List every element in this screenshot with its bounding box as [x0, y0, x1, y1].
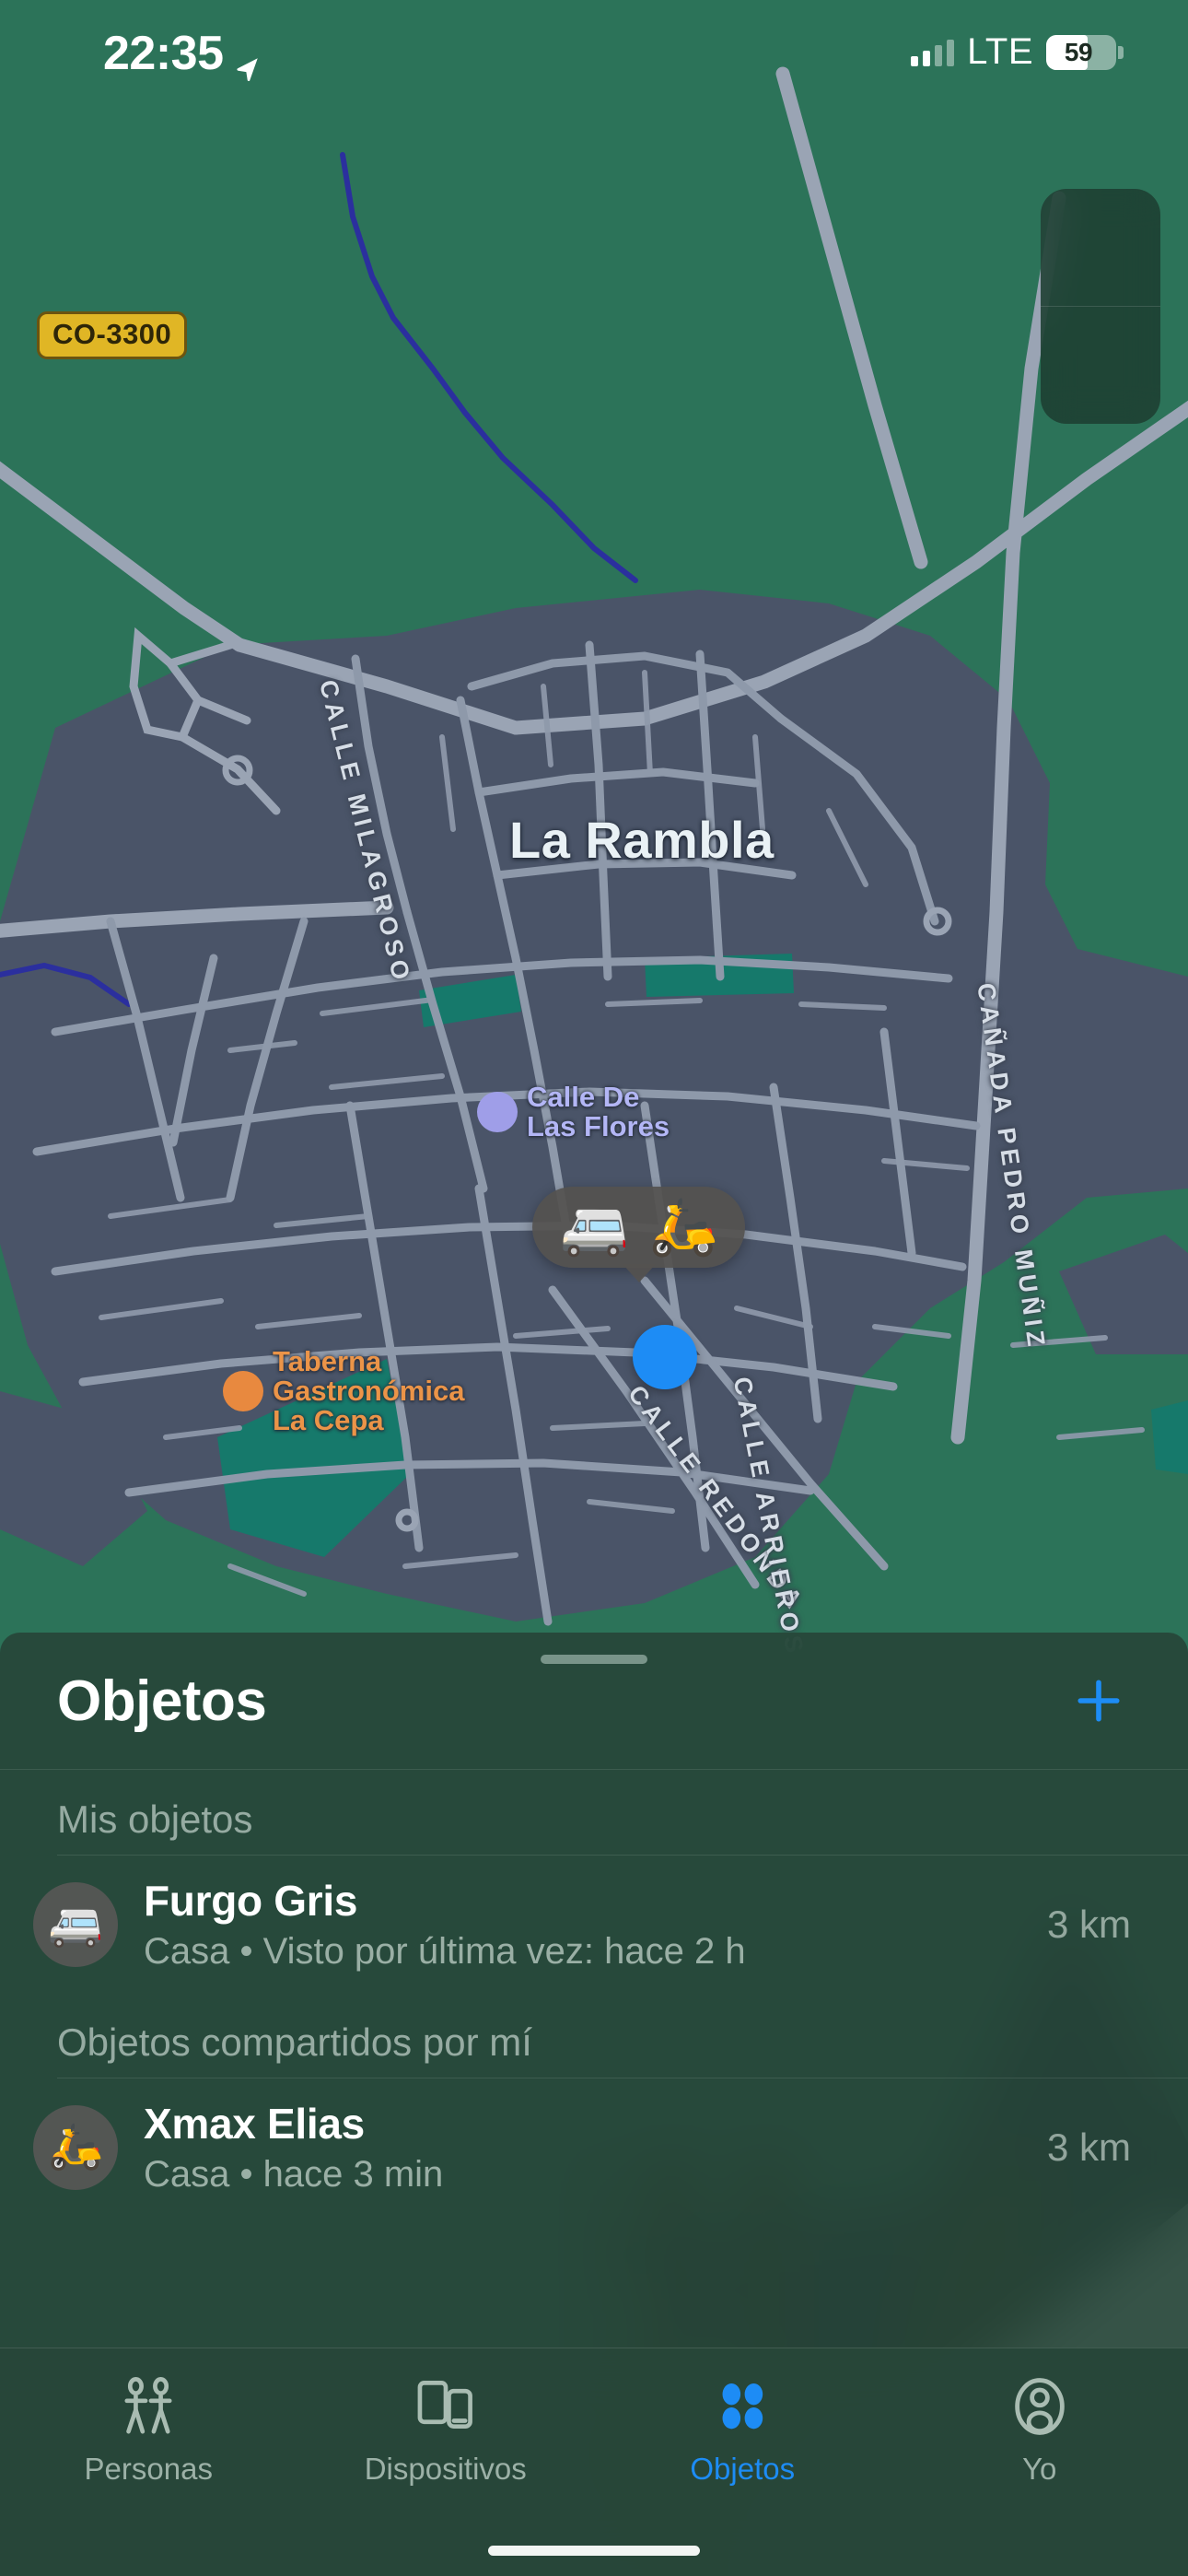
- list-item-body: Furgo Gris Casa • Visto por última vez: …: [144, 1876, 1007, 1973]
- sheet-header: Objetos: [0, 1633, 1188, 1769]
- locate-me-button[interactable]: [1041, 307, 1160, 424]
- tab-bar: Personas Dispositivos Objetos Yo: [0, 2348, 1188, 2576]
- devices-icon: [413, 2372, 478, 2441]
- list-item[interactable]: 🚐 Furgo Gris Casa • Visto por última vez…: [0, 1856, 1188, 1993]
- list-item-subtitle: Casa • Visto por última vez: hace 2 h: [144, 1931, 746, 1972]
- tab-personas[interactable]: Personas: [0, 2348, 297, 2487]
- section-header-mis-objetos: Mis objetos: [57, 1797, 253, 1841]
- list-item-distance: 3 km: [1046, 1902, 1131, 1946]
- tab-label: Objetos: [690, 2452, 796, 2486]
- list-item-title: Xmax Elias: [144, 2100, 365, 2148]
- findmy-app-screen: La Rambla CO-3300 CALLE MILAGROSO CAÑADA…: [0, 0, 1188, 2576]
- add-object-button[interactable]: [1066, 1669, 1131, 1733]
- list-item[interactable]: 🛵 Xmax Elias Casa • hace 3 min 3 km: [0, 2078, 1188, 2216]
- restaurant-icon: [223, 1371, 1050, 2576]
- cluster-pill[interactable]: 🚐 🛵: [532, 1187, 746, 1268]
- road-badge-co-3300: CO-3300: [37, 311, 188, 359]
- list-item-subtitle: Casa • hace 3 min: [144, 2154, 444, 2195]
- tab-objetos[interactable]: Objetos: [594, 2348, 891, 2487]
- list-item-distance: 3 km: [1046, 2125, 1131, 2169]
- tab-yo[interactable]: Yo: [891, 2348, 1188, 2487]
- avatar: 🚐: [33, 1881, 118, 1967]
- list-item-title: Furgo Gris: [144, 1877, 358, 1925]
- home-indicator[interactable]: [488, 2546, 700, 2556]
- home-location-marker[interactable]: [633, 1325, 1188, 2576]
- avatar: 🛵: [33, 2104, 118, 2190]
- tab-label: Personas: [84, 2452, 213, 2486]
- cluster-pointer-tail: [622, 1264, 656, 1282]
- tab-dispositivos[interactable]: Dispositivos: [297, 2348, 595, 2487]
- motor-scooter-emoji[interactable]: 🛵: [649, 1200, 718, 1255]
- minibus-emoji[interactable]: 🚐: [560, 1200, 629, 1255]
- items-grid-icon: [712, 2372, 773, 2441]
- minibus-emoji: 🚐: [48, 1899, 103, 1949]
- map-poi-taberna-la-cepa[interactable]: Taberna Gastronómica La Cepa: [223, 1346, 1050, 2576]
- star-icon: [477, 1092, 1188, 2576]
- section-header-objetos-compartidos: Objetos compartidos por mí: [57, 2020, 532, 2064]
- page-title: Objetos: [57, 1669, 267, 1733]
- map-cluster-marker[interactable]: 🚐 🛵: [532, 1187, 746, 1282]
- plus-icon: [1077, 1680, 1120, 1722]
- map-controls-stack: [1041, 189, 1160, 424]
- navigation-arrow-icon: [1041, 189, 1160, 424]
- tab-label: Dispositivos: [364, 2452, 527, 2486]
- map-poi-calle-de-las-flores[interactable]: Calle De Las Flores: [477, 1082, 1188, 2576]
- person-circle-icon: [1007, 2372, 1072, 2441]
- people-icon: [114, 2372, 182, 2441]
- tab-label: Yo: [1022, 2452, 1057, 2486]
- motor-scooter-emoji: 🛵: [48, 2122, 103, 2172]
- list-item-body: Xmax Elias Casa • hace 3 min: [144, 2099, 1007, 2195]
